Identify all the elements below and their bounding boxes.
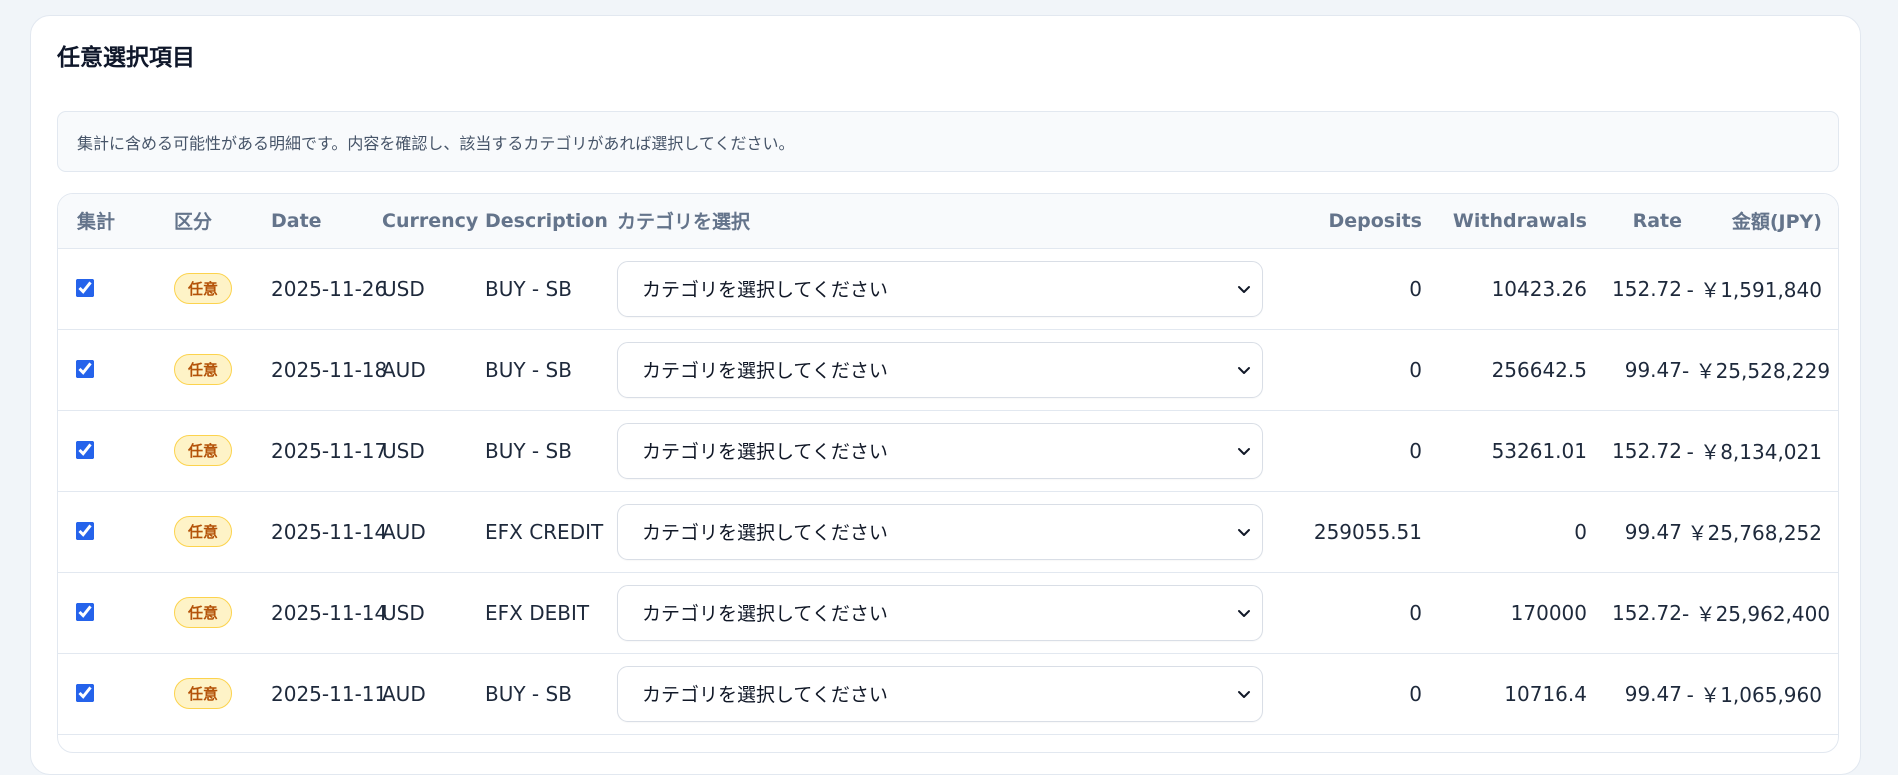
category-select-value: カテゴリを選択してください [642,441,888,463]
withdrawals-cell: 10423.26 [1491,276,1587,301]
include-checkbox[interactable] [75,278,95,297]
deposits-cell: 0 [1409,276,1422,301]
optional-badge: 任意 [174,597,233,628]
currency-cell: USD [382,276,425,301]
description-cell: BUY - SB [485,438,572,463]
amount-cell: - ￥8,134,021 [1686,440,1822,464]
deposits-cell: 259055.51 [1313,519,1422,544]
category-select[interactable]: カテゴリを選択してください [617,503,1263,560]
category-select[interactable]: カテゴリを選択してください [617,341,1263,398]
date-cell: 2025-11-18 [271,357,388,382]
include-checkbox[interactable] [75,602,95,621]
date-cell: 2025-11-14 [271,519,388,544]
category-select[interactable]: カテゴリを選択してください [617,422,1263,479]
header-description: Description [485,194,617,249]
table-row: 任意 2025-11-18 AUD BUY - SB カテゴリを選択してください… [58,329,1838,410]
category-select[interactable]: カテゴリを選択してください [617,260,1263,317]
date-cell: 2025-11-17 [271,438,388,463]
amount-cell: - ￥1,065,960 [1686,683,1822,707]
optional-items-card: 任意選択項目 集計に含める可能性がある明細です。内容を確認し、該当するカテゴリが… [30,15,1861,775]
optional-badge: 任意 [174,354,233,385]
table-row: 任意 2025-11-14 USD EFX DEBIT カテゴリを選択してくださ… [58,572,1838,653]
transactions-table-container: 集計 区分 Date Currency Description カテゴリを選択 … [57,193,1839,753]
header-deposits: Deposits [1295,194,1422,249]
description-cell: BUY - SB [485,357,572,382]
header-withdrawals: Withdrawals [1422,194,1587,249]
table-row: 任意 2025-11-17 USD BUY - SB カテゴリを選択してください… [58,410,1838,491]
chevron-down-icon [1238,447,1250,455]
section-title: 任意選択項目 [57,45,195,71]
chevron-down-icon [1238,690,1250,698]
include-checkbox[interactable] [75,521,95,540]
chevron-down-icon [1238,528,1250,536]
date-cell: 2025-11-11 [271,681,388,706]
category-select-value: カテゴリを選択してください [642,603,888,625]
rate-cell: 152.72 [1612,276,1682,301]
header-date: Date [252,194,382,249]
withdrawals-cell: 170000 [1510,600,1587,625]
amount-cell: ￥25,768,252 [1687,521,1822,545]
notice-text: 集計に含める可能性がある明細です。内容を確認し、該当するカテゴリがあれば選択して… [77,133,795,153]
category-select-value: カテゴリを選択してください [642,360,888,382]
withdrawals-cell: 0 [1574,519,1587,544]
optional-badge: 任意 [174,516,233,547]
date-cell: 2025-11-26 [271,276,388,301]
rate-cell: 99.47 [1624,681,1682,706]
amount-cell: - ￥25,962,400 [1682,602,1831,626]
date-cell: 2025-11-14 [271,600,388,625]
deposits-cell: 0 [1409,357,1422,382]
category-select-value: カテゴリを選択してください [642,279,888,301]
amount-cell: - ￥1,591,840 [1686,278,1822,302]
deposits-cell: 0 [1409,681,1422,706]
header-category: カテゴリを選択 [617,194,1295,249]
category-select-value: カテゴリを選択してください [642,684,888,706]
category-select[interactable]: カテゴリを選択してください [617,584,1263,641]
currency-cell: AUD [382,681,426,706]
table-header-row: 集計 区分 Date Currency Description カテゴリを選択 … [58,194,1838,249]
include-checkbox[interactable] [75,683,95,702]
chevron-down-icon [1238,285,1250,293]
optional-badge: 任意 [174,273,233,304]
description-cell: BUY - SB [485,276,572,301]
optional-badge: 任意 [174,678,233,709]
rate-cell: 99.47 [1624,519,1682,544]
currency-cell: AUD [382,357,426,382]
include-checkbox[interactable] [75,440,95,459]
rate-cell: 99.47 [1624,357,1682,382]
category-select[interactable]: カテゴリを選択してください [617,665,1263,722]
optional-badge: 任意 [174,435,233,466]
deposits-cell: 0 [1409,438,1422,463]
header-amount: 金額(JPY) [1682,194,1838,249]
header-currency: Currency [382,194,485,249]
include-checkbox[interactable] [75,359,95,378]
rate-cell: 152.72 [1612,438,1682,463]
withdrawals-cell: 53261.01 [1491,438,1587,463]
currency-cell: USD [382,600,425,625]
withdrawals-cell: 10716.4 [1504,681,1587,706]
currency-cell: AUD [382,519,426,544]
table-row: 任意 2025-11-14 AUD EFX CREDIT カテゴリを選択してくだ… [58,491,1838,572]
description-cell: EFX DEBIT [485,600,590,625]
description-cell: EFX CREDIT [485,519,604,544]
rate-cell: 152.72 [1612,600,1682,625]
header-include: 集計 [58,194,155,249]
table-row: 任意 2025-11-11 AUD BUY - SB カテゴリを選択してください… [58,653,1838,734]
currency-cell: USD [382,438,425,463]
header-type: 区分 [155,194,252,249]
withdrawals-cell: 256642.5 [1491,357,1587,382]
table-row: 任意 2025-11-26 USD BUY - SB カテゴリを選択してください… [58,248,1838,329]
chevron-down-icon [1238,366,1250,374]
info-notice: 集計に含める可能性がある明細です。内容を確認し、該当するカテゴリがあれば選択して… [57,111,1839,172]
chevron-down-icon [1238,609,1250,617]
transactions-table: 集計 区分 Date Currency Description カテゴリを選択 … [58,194,1838,735]
header-rate: Rate [1587,194,1682,249]
description-cell: BUY - SB [485,681,572,706]
amount-cell: - ￥25,528,229 [1682,359,1831,383]
category-select-value: カテゴリを選択してください [642,522,888,544]
deposits-cell: 0 [1409,600,1422,625]
